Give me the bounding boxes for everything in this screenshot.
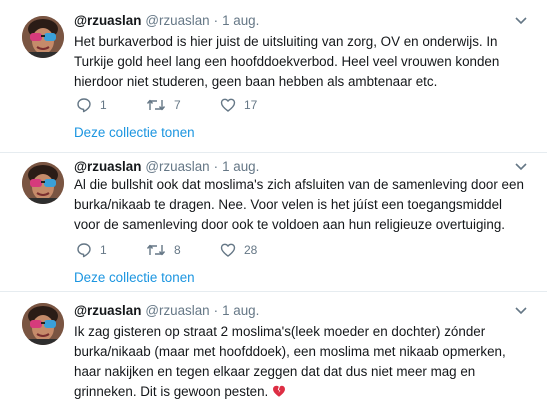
retweet-button[interactable]: 7 <box>146 96 181 114</box>
separator: · <box>213 13 219 28</box>
broken-heart-icon <box>273 385 286 397</box>
reply-count: 1 <box>100 98 107 112</box>
tweet-text-line: Het burkaverbod is hier juist de uitslui… <box>74 34 498 49</box>
separator: · <box>213 303 219 318</box>
like-count: 28 <box>244 243 258 257</box>
reply-button[interactable]: 1 <box>76 241 107 259</box>
tweet-text-line: burka/nikaab te dragen. Nee. Voor velen … <box>74 197 503 212</box>
avatar[interactable] <box>22 16 64 58</box>
retweet-icon <box>146 99 166 111</box>
tweet-text-line: Turkije gold heel lang een hoofddoekverb… <box>74 54 500 69</box>
display-name[interactable]: @rzuaslan <box>74 303 141 318</box>
like-button[interactable]: 17 <box>220 96 257 114</box>
user-handle[interactable]: @rzuaslan <box>145 159 209 174</box>
tweet-header: @rzuaslan @rzuaslan · 1 aug. <box>74 13 259 29</box>
tweet-header: @rzuaslan @rzuaslan · 1 aug. <box>74 303 259 319</box>
tweet-text-line: burka/nikaab (maar met hoofddoek), een m… <box>74 344 506 359</box>
chevron-down-icon[interactable] <box>515 163 527 171</box>
reply-count: 1 <box>100 243 107 257</box>
tweet-text: Ik zag gisteren op straat 2 moslima's(le… <box>74 322 524 402</box>
user-handle[interactable]: @rzuaslan <box>145 13 209 28</box>
tweet-text-line: haar nakijken en tegen elkaar zeggen dat… <box>74 364 476 379</box>
timeline: @rzuaslan @rzuaslan · 1 aug. Het burkaverbo… <box>0 0 547 400</box>
tweet-text-line: Ik zag gisteren op straat 2 moslima's(le… <box>74 324 486 339</box>
user-handle[interactable]: @rzuaslan <box>145 303 209 318</box>
retweet-count: 7 <box>174 98 181 112</box>
chevron-down-icon[interactable] <box>515 17 527 25</box>
tweet-date[interactable]: 1 aug. <box>222 159 259 174</box>
tweet-header: @rzuaslan @rzuaslan · 1 aug. <box>74 159 259 175</box>
tweet-text-fragment: grinneken. Dit is gewoon pesten. <box>74 384 269 399</box>
retweet-button[interactable]: 8 <box>146 241 181 259</box>
tweet-text-line-last: grinneken. Dit is gewoon pesten. <box>74 382 524 402</box>
tweet-text: Al die bullshit ook dat moslima's zich a… <box>74 175 524 235</box>
tweet[interactable]: @rzuaslan @rzuaslan · 1 aug. Al die bullshi… <box>0 153 547 291</box>
tweet-date[interactable]: 1 aug. <box>222 13 259 28</box>
tweet-text-line: voor de samenleving door ook te voldoen … <box>74 217 506 232</box>
chevron-down-icon[interactable] <box>515 307 527 315</box>
display-name[interactable]: @rzuaslan <box>74 13 141 28</box>
show-collection-link[interactable]: Deze collectie tonen <box>74 270 195 285</box>
tweet-text: Het burkaverbod is hier juist de uitslui… <box>74 32 524 92</box>
heart-icon <box>220 98 236 112</box>
separator: · <box>213 159 219 174</box>
retweet-count: 8 <box>174 243 181 257</box>
tweet[interactable]: @rzuaslan @rzuaslan · 1 aug. Ik zag gistere… <box>0 292 547 400</box>
tweet-text-line: hierdoor niet studeren, geen baan hebben… <box>74 74 438 89</box>
tweet-date[interactable]: 1 aug. <box>222 303 259 318</box>
reply-icon <box>77 98 91 113</box>
avatar[interactable] <box>22 303 64 345</box>
like-count: 17 <box>244 98 258 112</box>
display-name[interactable]: @rzuaslan <box>74 159 141 174</box>
avatar[interactable] <box>22 162 64 204</box>
reply-icon <box>77 243 91 258</box>
like-button[interactable]: 28 <box>220 241 257 259</box>
retweet-icon <box>146 244 166 256</box>
heart-icon <box>220 243 236 257</box>
show-collection-link[interactable]: Deze collectie tonen <box>74 125 195 140</box>
reply-button[interactable]: 1 <box>76 96 107 114</box>
tweet[interactable]: @rzuaslan @rzuaslan · 1 aug. Het burkaverbo… <box>0 0 547 152</box>
tweet-text-line: Al die bullshit ook dat moslima's zich a… <box>74 177 524 192</box>
